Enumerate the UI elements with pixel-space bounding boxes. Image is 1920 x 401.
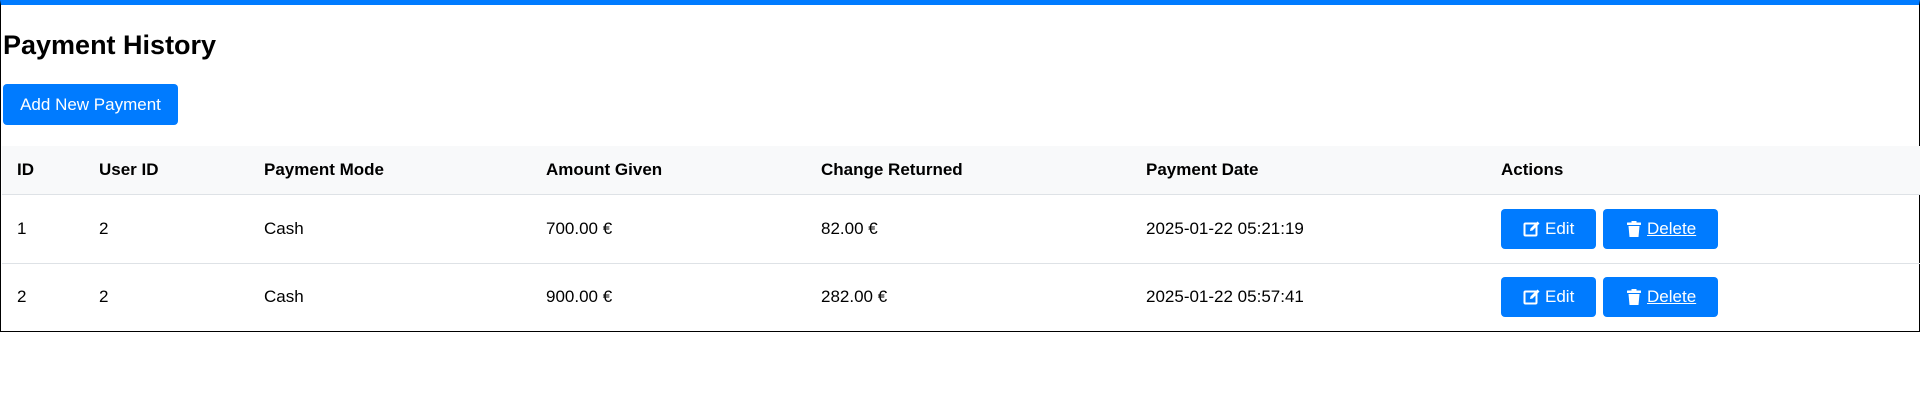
edit-button[interactable]: Edit bbox=[1501, 277, 1597, 317]
header-actions: Actions bbox=[1486, 146, 1920, 195]
cell-amount-given: 900.00 € bbox=[546, 287, 613, 306]
page-title: Payment History bbox=[3, 30, 217, 60]
edit-button-label: Edit bbox=[1545, 218, 1575, 238]
header-payment-date: Payment Date bbox=[1131, 146, 1486, 195]
header-change-returned: Change Returned bbox=[806, 146, 1131, 195]
header-amount-given: Amount Given bbox=[531, 146, 806, 195]
cell-user-id: 2 bbox=[99, 287, 109, 306]
cell-id: 2 bbox=[17, 287, 27, 306]
cell-user-id: 2 bbox=[84, 194, 249, 264]
table-body: 1 2 Cash 700.00 € 82.00 € 2025-01-22 05:… bbox=[2, 194, 1920, 331]
delete-button[interactable]: Delete bbox=[1603, 277, 1719, 317]
edit-button[interactable]: Edit bbox=[1501, 208, 1597, 249]
add-new-payment-button[interactable]: Add New Payment bbox=[3, 84, 178, 125]
cell-amount-given: 700.00 € bbox=[531, 194, 806, 264]
payment-history-table: ID User ID Payment Mode Amount Given Cha… bbox=[2, 146, 1920, 331]
cell-change-returned: 282.00 € bbox=[821, 287, 888, 306]
trash-icon bbox=[1627, 289, 1642, 305]
table-row: 1 2 Cash 700.00 € 82.00 € 2025-01-22 05:… bbox=[2, 194, 1920, 264]
edit-icon bbox=[1523, 289, 1540, 305]
header-user-id: User ID bbox=[84, 146, 249, 195]
header-id: ID bbox=[2, 146, 84, 195]
cell-change-returned: 82.00 € bbox=[806, 194, 1131, 264]
cell-id: 1 bbox=[2, 194, 84, 264]
edit-button-label: Edit bbox=[1545, 287, 1575, 306]
delete-button-label: Delete bbox=[1647, 218, 1697, 238]
delete-button-label: Delete bbox=[1647, 287, 1697, 306]
edit-icon bbox=[1523, 221, 1540, 236]
delete-button[interactable]: Delete bbox=[1603, 208, 1719, 249]
cell-payment-mode: Cash bbox=[249, 194, 531, 264]
cell-actions: Edit Delete bbox=[1486, 194, 1920, 264]
table-row: 2 2 Cash 900.00 € 282.00 € 2025-01-22 05… bbox=[2, 263, 1920, 331]
cell-payment-date: 2025-01-22 05:57:41 bbox=[1146, 287, 1304, 306]
cell-payment-date: 2025-01-22 05:21:19 bbox=[1131, 194, 1486, 264]
page-frame: Payment History Add New Payment ID User … bbox=[0, 0, 1920, 332]
table-header-row: ID User ID Payment Mode Amount Given Cha… bbox=[2, 146, 1920, 195]
cell-actions: Edit Delete bbox=[1486, 263, 1920, 331]
table-header: ID User ID Payment Mode Amount Given Cha… bbox=[2, 146, 1920, 195]
trash-icon bbox=[1627, 220, 1642, 237]
header-payment-mode: Payment Mode bbox=[249, 146, 531, 195]
cell-payment-mode: Cash bbox=[264, 287, 304, 306]
